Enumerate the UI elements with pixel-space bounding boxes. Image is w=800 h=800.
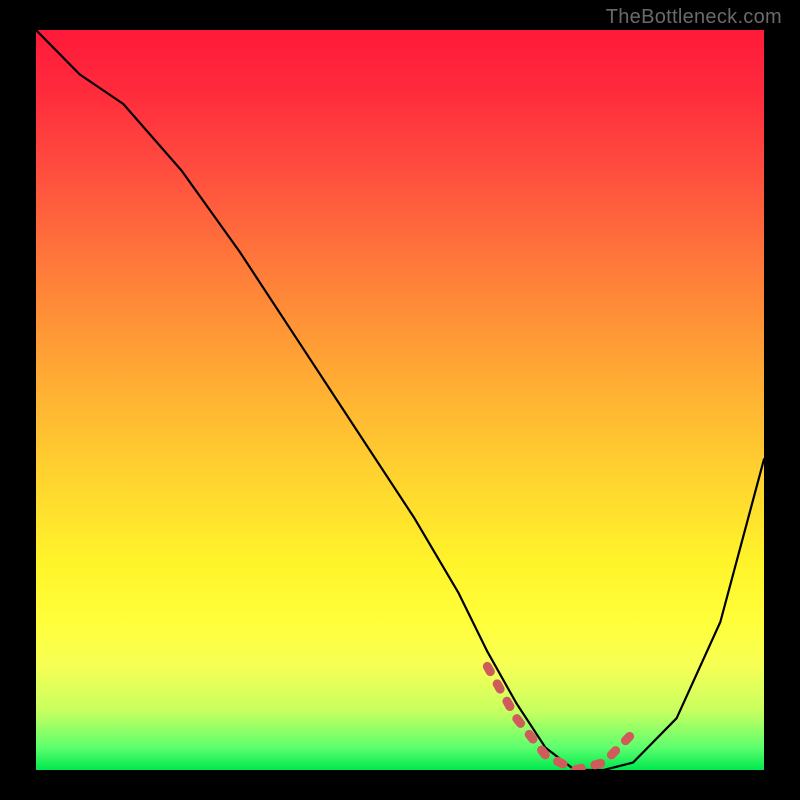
watermark-text: TheBottleneck.com <box>606 6 782 29</box>
plot-area <box>36 30 764 770</box>
optimal-zone-highlight <box>487 666 633 770</box>
bottleneck-curve <box>36 30 764 770</box>
chart-svg <box>36 30 764 770</box>
